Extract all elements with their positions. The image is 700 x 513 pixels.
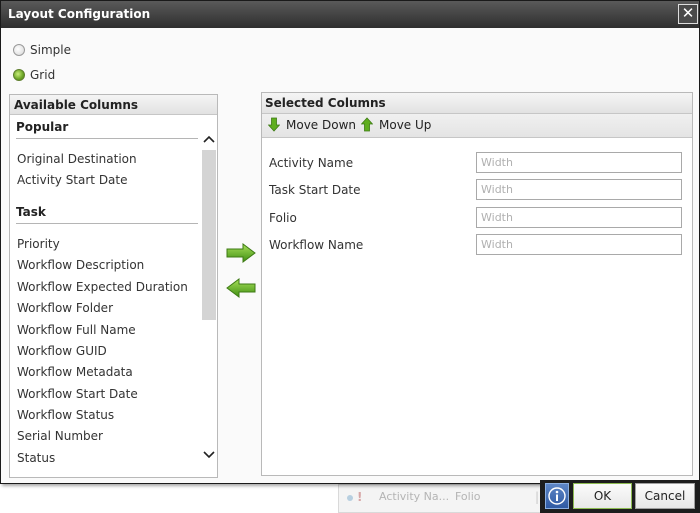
list-item[interactable]: Workflow Expected Duration [17,280,188,294]
close-button[interactable]: ✕ [678,4,698,24]
background-column-activity: Activity Na... [379,490,450,503]
arrow-down-icon [268,117,280,132]
width-input[interactable] [476,207,682,228]
radio-simple[interactable]: Simple [13,43,71,57]
background-column-folio: Folio [455,490,481,503]
list-item[interactable]: Workflow GUID [17,344,107,358]
scrollbar-thumb[interactable] [202,150,216,320]
radio-simple-label: Simple [30,43,71,57]
background-grid-header: ! Activity Na... Folio | [338,484,543,513]
available-columns-panel: Available Columns Popular Original Desti… [9,94,218,478]
selected-column-name[interactable]: Task Start Date [269,183,361,197]
move-down-button[interactable]: Move Down [268,117,356,132]
move-up-button[interactable]: Move Up [361,117,431,132]
radio-simple-indicator[interactable] [13,44,25,56]
group-task: Task [16,205,198,224]
list-item[interactable]: Priority [17,237,60,251]
list-item[interactable]: Serial Number [17,429,103,443]
selected-column-name[interactable]: Folio [269,211,297,225]
radio-grid-indicator[interactable] [13,69,25,81]
dialog-titlebar: Layout Configuration ✕ [1,1,699,28]
width-input[interactable] [476,234,682,255]
info-icon [548,487,566,505]
column-separator: | [535,490,540,504]
selected-toolbar: Move Down Move Up [262,114,692,138]
arrow-left-icon [226,278,256,298]
selected-columns-panel: Selected Columns Move Down Move Up Activ… [261,92,693,476]
list-item[interactable]: Workflow Status [17,408,114,422]
list-item[interactable]: Workflow Description [17,258,144,272]
list-item[interactable]: Activity Start Date [17,173,128,187]
move-up-label: Move Up [379,117,432,132]
dialog-title: Layout Configuration [8,7,151,21]
list-item[interactable]: Status [17,451,55,465]
scroll-up-icon[interactable] [201,131,217,147]
width-input[interactable] [476,179,682,200]
list-item[interactable]: Workflow Full Name [17,323,136,337]
selected-column-name[interactable]: Activity Name [269,156,353,170]
ok-button[interactable]: OK [573,483,632,509]
selected-column-name[interactable]: Workflow Name [269,238,363,252]
dialog-footer: OK Cancel [540,480,700,513]
list-item[interactable]: Workflow Metadata [17,365,133,379]
selected-columns-title: Selected Columns [262,93,692,114]
list-item[interactable]: Workflow Start Date [17,387,138,401]
group-popular: Popular [16,120,198,139]
radio-grid-label: Grid [30,68,56,82]
list-item[interactable]: Original Destination [17,152,137,166]
width-input[interactable] [476,152,682,173]
arrow-up-icon [361,117,373,132]
info-button[interactable] [545,483,569,509]
move-down-label: Move Down [286,117,356,132]
add-column-button[interactable] [225,242,257,264]
cancel-button[interactable]: Cancel [635,483,695,509]
list-item[interactable]: Workflow Folder [17,301,113,315]
status-dot-icon [347,495,353,501]
radio-grid[interactable]: Grid [13,68,55,82]
remove-column-button[interactable] [225,277,257,299]
priority-icon: ! [357,490,363,504]
layout-configuration-dialog: Layout Configuration ✕ Simple Grid Avail… [0,0,700,484]
scroll-down-icon[interactable] [201,447,217,463]
available-columns-title: Available Columns [10,95,217,115]
arrow-right-icon [226,243,256,263]
